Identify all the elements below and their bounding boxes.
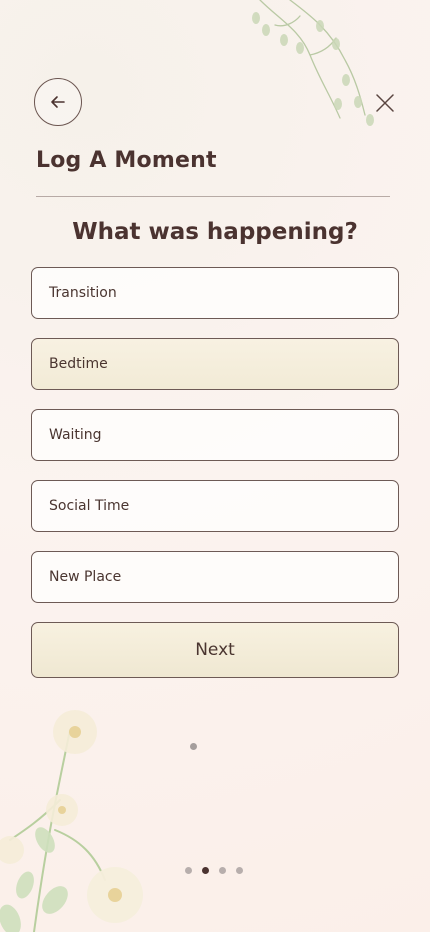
option-label: New Place xyxy=(49,569,122,585)
option-label: Transition xyxy=(49,285,117,301)
divider xyxy=(36,196,390,197)
option-transition[interactable]: Transition xyxy=(31,267,399,319)
flowers-bottom-left-decoration xyxy=(0,710,143,932)
option-new-place[interactable]: New Place xyxy=(31,551,399,603)
question-heading: What was happening? xyxy=(72,219,358,245)
page-dot-3 xyxy=(219,867,226,874)
arrow-left-icon xyxy=(51,96,65,108)
close-button[interactable] xyxy=(370,88,400,118)
page-dot-1 xyxy=(185,867,192,874)
page-dot-2-active xyxy=(202,867,209,874)
option-bedtime[interactable]: Bedtime xyxy=(31,338,399,390)
option-waiting[interactable]: Waiting xyxy=(31,409,399,461)
page-indicator xyxy=(185,867,243,874)
back-button[interactable] xyxy=(34,78,82,126)
page-dot-4 xyxy=(236,867,243,874)
next-button[interactable]: Next xyxy=(31,622,399,678)
botanical-top-right-decoration xyxy=(252,0,374,126)
option-label: Bedtime xyxy=(49,356,108,372)
option-label: Social Time xyxy=(49,498,130,514)
decorative-dot xyxy=(190,743,197,750)
next-button-label: Next xyxy=(195,640,235,660)
close-icon xyxy=(376,94,394,112)
page-title: Log A Moment xyxy=(36,148,217,173)
option-label: Waiting xyxy=(49,427,102,443)
option-social-time[interactable]: Social Time xyxy=(31,480,399,532)
